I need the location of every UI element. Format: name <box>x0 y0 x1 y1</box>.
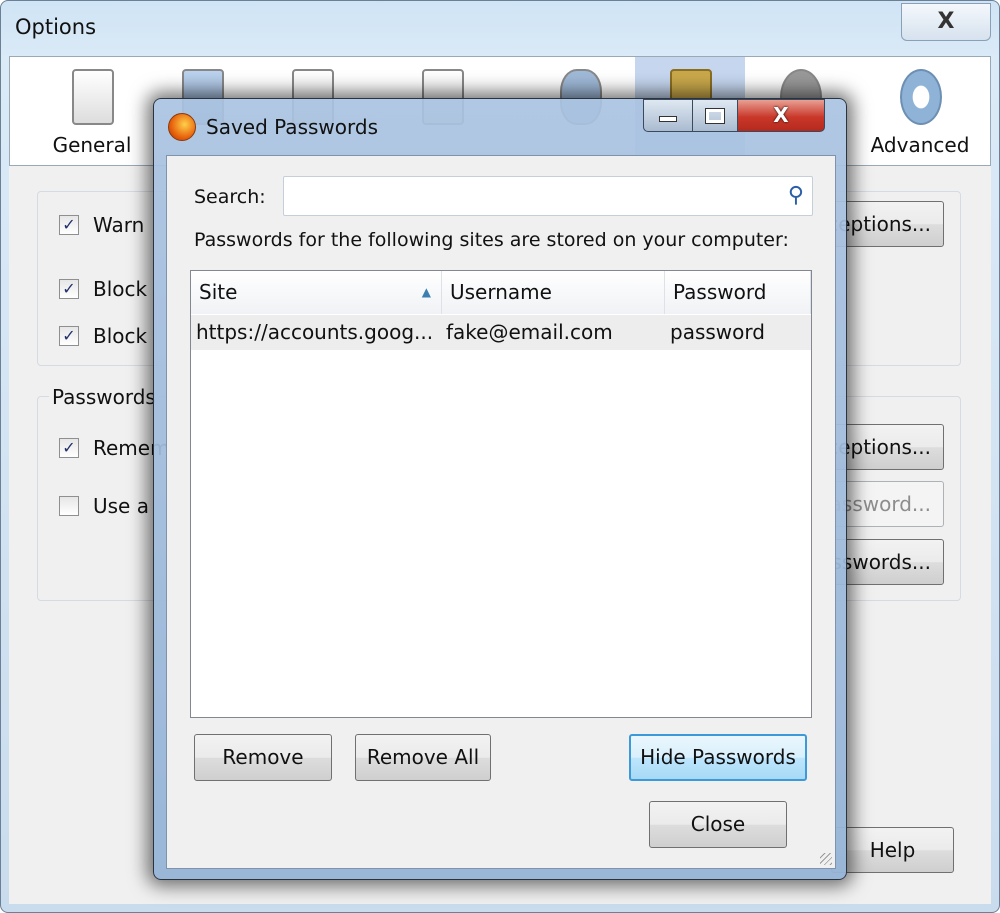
block-forgery-label: Block <box>93 324 148 348</box>
remove-all-button[interactable]: Remove All <box>355 734 491 781</box>
maximize-icon <box>705 108 725 124</box>
dialog-client: Search: ⚲ Passwords for the following si… <box>166 155 836 869</box>
hide-passwords-button[interactable]: Hide Passwords <box>629 734 807 781</box>
firefox-icon <box>168 113 196 141</box>
tab-label: General <box>52 133 132 157</box>
master-password-checkbox[interactable] <box>59 496 79 516</box>
search-icon[interactable]: ⚲ <box>788 183 804 208</box>
help-button[interactable]: Help <box>831 827 954 873</box>
minimize-icon <box>659 116 677 122</box>
passwords-table[interactable]: Site ▲ Username Password https://accounts… <box>190 270 812 718</box>
column-label: Password <box>673 280 767 304</box>
block-attack-checkbox[interactable]: ✓ <box>59 279 79 299</box>
window-controls: X <box>643 99 835 133</box>
sort-ascending-icon: ▲ <box>421 285 431 299</box>
column-label: Site <box>199 280 238 304</box>
tab-general[interactable]: General <box>37 57 147 165</box>
minimize-button[interactable] <box>643 99 693 132</box>
column-header-password[interactable]: Password <box>665 271 811 314</box>
tab-advanced[interactable]: Advanced <box>865 57 975 165</box>
remove-button[interactable]: Remove <box>194 734 332 781</box>
block-attack-label: Block <box>93 277 148 301</box>
warn-label: Warn <box>93 213 145 237</box>
table-row[interactable]: https://accounts.goog... fake@email.com … <box>191 315 811 350</box>
maximize-button[interactable] <box>692 99 738 132</box>
saved-passwords-dialog: Saved Passwords X Search: ⚲ Passwords fo… <box>153 98 847 880</box>
resize-grip[interactable] <box>820 853 832 865</box>
info-text: Passwords for the following sites are st… <box>194 229 789 251</box>
options-close-button[interactable]: X <box>901 3 991 41</box>
block-forgery-checkbox[interactable]: ✓ <box>59 326 79 346</box>
password-cell: password <box>670 320 765 344</box>
site-cell: https://accounts.goog... <box>196 320 434 344</box>
dialog-close-button[interactable]: X <box>737 99 825 132</box>
column-header-username[interactable]: Username <box>442 271 665 314</box>
gear-icon <box>900 69 942 125</box>
passwords-legend: Passwords <box>49 385 159 409</box>
options-title: Options <box>15 15 97 39</box>
search-input[interactable]: ⚲ <box>283 176 813 216</box>
close-icon: X <box>773 103 789 127</box>
column-label: Username <box>450 280 552 304</box>
username-cell: fake@email.com <box>446 320 613 344</box>
column-header-site[interactable]: Site ▲ <box>191 271 442 314</box>
switch-icon <box>72 69 114 125</box>
tab-label: Advanced <box>870 133 970 157</box>
search-label: Search: <box>194 186 266 208</box>
warn-checkbox[interactable]: ✓ <box>59 215 79 235</box>
dialog-title: Saved Passwords <box>206 115 378 139</box>
remember-passwords-checkbox[interactable]: ✓ <box>59 438 79 458</box>
master-password-label: Use a <box>93 494 149 518</box>
close-button[interactable]: Close <box>649 801 787 848</box>
